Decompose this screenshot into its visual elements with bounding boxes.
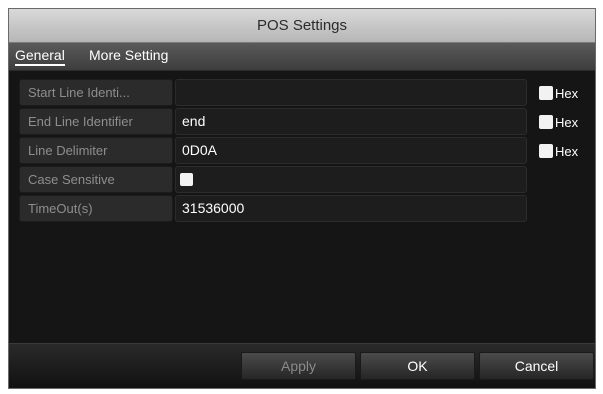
case-sensitive-label: Case Sensitive (19, 166, 173, 193)
timeout-label: TimeOut(s) (19, 195, 173, 222)
hex-option-start[interactable]: Hex (539, 83, 578, 103)
end-line-identifier-input[interactable]: end (175, 108, 527, 135)
hex-delimiter-label: Hex (555, 143, 579, 159)
settings-table: Start Line Identi... End Line Identifier… (19, 79, 527, 224)
row-line-delimiter: Line Delimiter 0D0A (19, 137, 527, 164)
hex-option-delimiter[interactable]: Hex (539, 141, 578, 161)
dialog-title: POS Settings (9, 9, 595, 43)
case-sensitive-cell (175, 166, 527, 193)
start-line-identifier-input[interactable] (175, 79, 527, 106)
row-case-sensitive: Case Sensitive (19, 166, 527, 193)
pos-settings-dialog: POS Settings General More Setting Start … (8, 8, 596, 389)
hex-end-label: Hex (555, 114, 579, 130)
tab-more-setting[interactable]: More Setting (89, 47, 168, 63)
tab-general[interactable]: General (15, 47, 65, 66)
line-delimiter-input[interactable]: 0D0A (175, 137, 527, 164)
row-start-line-identifier: Start Line Identi... (19, 79, 527, 106)
cancel-button[interactable]: Cancel (479, 352, 594, 380)
timeout-input[interactable]: 31536000 (175, 195, 527, 222)
dialog-footer: Apply OK Cancel (9, 343, 595, 388)
start-line-identifier-label: Start Line Identi... (19, 79, 173, 106)
ok-button[interactable]: OK (360, 352, 475, 380)
hex-start-label: Hex (555, 85, 579, 101)
row-end-line-identifier: End Line Identifier end (19, 108, 527, 135)
hex-option-end[interactable]: Hex (539, 112, 578, 132)
row-timeout: TimeOut(s) 31536000 (19, 195, 527, 222)
hex-delimiter-checkbox[interactable] (539, 144, 553, 158)
end-line-identifier-label: End Line Identifier (19, 108, 173, 135)
hex-start-checkbox[interactable] (539, 86, 553, 100)
hex-end-checkbox[interactable] (539, 115, 553, 129)
tab-bar: General More Setting (9, 43, 595, 71)
case-sensitive-checkbox[interactable] (180, 172, 193, 186)
apply-button[interactable]: Apply (241, 352, 356, 380)
line-delimiter-label: Line Delimiter (19, 137, 173, 164)
